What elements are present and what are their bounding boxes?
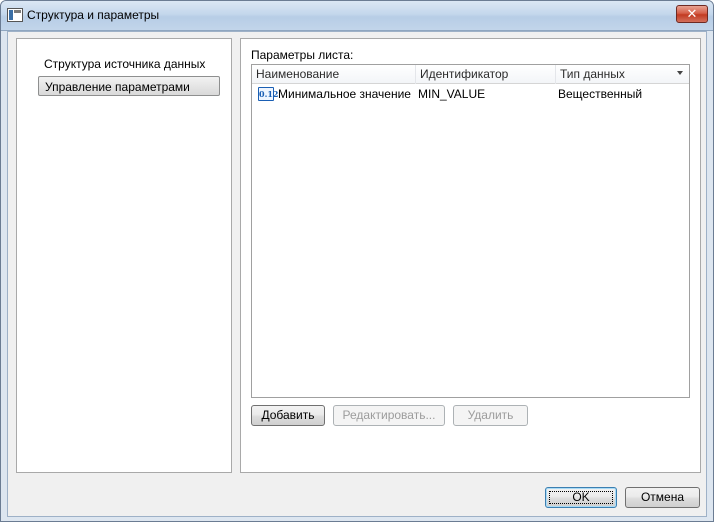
nav-item-data-source-structure[interactable]: Структура источника данных: [38, 54, 220, 74]
real-number-icon: 0.12: [258, 87, 279, 101]
ok-button[interactable]: OK: [545, 487, 617, 508]
title-bar[interactable]: Структура и параметры ✕: [1, 1, 713, 31]
table-row[interactable]: 0.12 Минимальное значение MIN_VALUE Веще…: [252, 85, 689, 104]
nav-item-label: Структура источника данных: [44, 57, 206, 71]
close-icon: ✕: [686, 6, 698, 21]
column-header-identifier[interactable]: Идентификатор: [416, 65, 556, 84]
grid-header: Наименование Идентификатор Тип данных: [252, 65, 689, 84]
window-title: Структура и параметры: [27, 8, 160, 22]
dialog-window: Структура и параметры ✕ Структура источн…: [0, 0, 714, 522]
delete-button[interactable]: Удалить: [453, 405, 528, 426]
navigation-panel: Структура источника данных Управление па…: [16, 38, 232, 473]
param-name-cell: Минимальное значение: [278, 87, 411, 101]
add-button[interactable]: Добавить: [251, 405, 325, 426]
param-identifier-cell: MIN_VALUE: [418, 87, 486, 101]
app-window-icon: [7, 8, 23, 22]
column-header-data-type[interactable]: Тип данных: [556, 65, 689, 84]
cancel-button[interactable]: Отмена: [625, 487, 700, 508]
nav-item-label: Управление параметрами: [45, 80, 190, 94]
parameters-grid[interactable]: Наименование Идентификатор Тип данных 0.…: [251, 64, 690, 398]
column-dropdown-icon[interactable]: [677, 71, 683, 75]
focus-rectangle: [549, 491, 613, 504]
parameters-panel: Параметры листа: Наименование Идентифика…: [240, 38, 701, 473]
dialog-client-area: Структура источника данных Управление па…: [7, 31, 707, 517]
column-header-name[interactable]: Наименование: [252, 65, 416, 84]
column-header-label: Тип данных: [560, 67, 625, 81]
edit-button[interactable]: Редактировать...: [333, 405, 445, 426]
nav-item-parameter-management[interactable]: Управление параметрами: [38, 76, 220, 96]
param-type-cell: Вещественный: [558, 87, 643, 101]
close-button[interactable]: ✕: [676, 5, 708, 23]
sheet-parameters-label: Параметры листа:: [251, 48, 354, 62]
